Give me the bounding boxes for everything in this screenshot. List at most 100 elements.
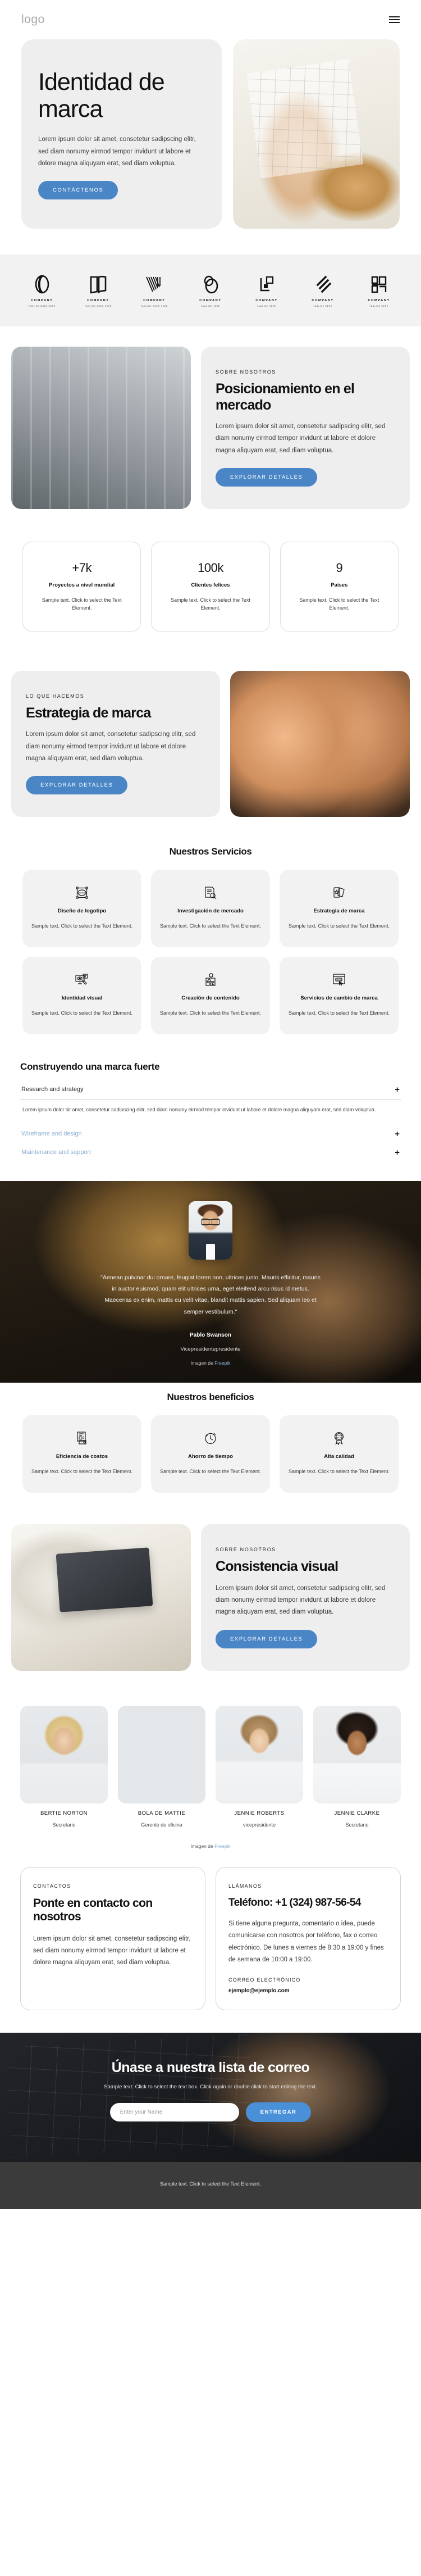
- hero-text-card: Identidad de marca Lorem ipsum dolor sit…: [21, 39, 222, 229]
- document-magnifier-icon: [160, 884, 261, 901]
- positioning-section: SOBRE NOSOTROS Posicionamiento en el mer…: [0, 326, 421, 529]
- strategy-image: [230, 670, 410, 817]
- newsletter-title: Únase a nuestra lista de correo: [111, 2060, 310, 2076]
- benefit-title: Eficiencia de costos: [56, 1453, 108, 1460]
- accordion-header[interactable]: Maintenance and support +: [20, 1143, 401, 1162]
- team-member: BOLA DE MATTIE Gerente de oficina: [118, 1705, 205, 1828]
- logo-blocks-mark-icon: [371, 276, 387, 293]
- svg-text:QUALITY: QUALITY: [336, 1437, 343, 1439]
- positioning-eyebrow: SOBRE NOSOTROS: [216, 369, 276, 375]
- team-grid: BERTIE NORTON Secretario BOLA DE MATTIE …: [0, 1691, 421, 1834]
- benefit-title: Alta calidad: [324, 1453, 354, 1460]
- newsletter-submit-button[interactable]: ENTREGAR: [245, 2102, 312, 2123]
- freepik-link[interactable]: Freepik: [214, 1843, 230, 1849]
- accordion-header[interactable]: Research and strategy +: [20, 1080, 401, 1099]
- client-tagline: TAGLINE GOES HERE: [28, 305, 56, 308]
- client-tagline: TAGLINE GOES HERE: [84, 305, 112, 308]
- team-member: JENNIE ROBERTS vicepresidente: [216, 1705, 303, 1828]
- service-title: Identidad visual: [61, 995, 103, 1002]
- service-title: Investigación de mercado: [177, 908, 244, 915]
- consistency-title: Consistencia visual: [216, 1559, 338, 1575]
- site-logo[interactable]: logo: [21, 13, 45, 26]
- client-tagline: TAGLINE HERE: [313, 305, 333, 308]
- testimonial-section: "Aenean pulvinar dui ornare, feugiat lor…: [0, 1181, 421, 1383]
- client-logo-6: COMPANY TAGLINE HERE: [298, 274, 348, 307]
- stat-number: 9: [336, 560, 343, 575]
- avatar-face: [189, 1201, 232, 1260]
- invoice-wallet-icon: [31, 1430, 132, 1447]
- team-member: BERTIE NORTON Secretario: [20, 1705, 108, 1828]
- benefit-description: Sample text. Click to select the Text El…: [160, 1469, 261, 1475]
- newsletter-subtitle: Sample text. Click to select the text bo…: [104, 2084, 317, 2091]
- benefit-card[interactable]: Ahorro de tiempo Sample text. Click to s…: [151, 1415, 270, 1493]
- member-name: JENNIE CLARKE: [334, 1810, 380, 1817]
- services-grid: LOGO Diseño de logotipo Sample text. Cli…: [0, 870, 421, 1046]
- hero-cta-button[interactable]: CONTÁCTENOS: [38, 181, 118, 200]
- phone-title: Teléfono: +1 (324) 987-56-54: [228, 1897, 361, 1909]
- credit-prefix: Imagen de: [190, 1843, 215, 1850]
- consistency-image: [11, 1524, 191, 1671]
- consistency-cta-button[interactable]: EXPLORAR DETALLES: [216, 1629, 318, 1648]
- service-title: Servicios de cambio de marca: [300, 995, 378, 1002]
- logo-slashes-mark-icon: [316, 275, 332, 293]
- strategy-cta-button[interactable]: EXPLORAR DETALLES: [26, 776, 128, 795]
- service-description: Sample text. Click to select the Text El…: [160, 923, 261, 929]
- stat-label: Países: [331, 581, 348, 588]
- member-name: BOLA DE MATTIE: [138, 1810, 186, 1817]
- strategy-title: Estrategia de marca: [26, 705, 151, 721]
- positioning-cta-button[interactable]: EXPLORAR DETALLES: [216, 467, 318, 487]
- page-root: logo Identidad de marca Lorem ipsum dolo…: [0, 0, 421, 2210]
- newsletter-name-input[interactable]: [109, 2103, 239, 2122]
- logo-double-oval-mark-icon: [204, 275, 218, 294]
- clients-strip: COMPANY TAGLINE GOES HERE COMPANY TAGLIN…: [0, 255, 421, 327]
- service-card[interactable]: Identidad visual Sample text. Click to s…: [22, 957, 141, 1034]
- positioning-body: Lorem ipsum dolor sit amet, consetetur s…: [216, 423, 386, 454]
- member-photo: [20, 1705, 108, 1804]
- freepik-link[interactable]: Freepik: [214, 1360, 230, 1366]
- client-tagline: TAGLINE HERE: [257, 305, 276, 308]
- consistency-eyebrow: SOBRE NOSOTROS: [216, 1547, 276, 1553]
- client-name: COMPANY: [312, 299, 334, 303]
- service-description: Sample text. Click to select the Text El…: [160, 1010, 261, 1016]
- client-tagline: TAGLINE HERE: [201, 305, 220, 308]
- stat-label: Clientes felices: [191, 581, 230, 588]
- email-value[interactable]: ejemplo@ejemplo.com: [228, 1988, 388, 1994]
- stat-description: Sample text. Click to select the Text El…: [42, 597, 122, 611]
- svg-text:LOGO: LOGO: [79, 892, 85, 894]
- client-logo-2: COMPANY TAGLINE GOES HERE: [73, 274, 123, 307]
- benefit-description: Sample text. Click to select the Text El…: [289, 1469, 390, 1475]
- member-role: Gerente de oficina: [141, 1822, 182, 1828]
- stat-description: Sample text. Click to select the Text El…: [299, 597, 379, 611]
- hamburger-menu-icon[interactable]: [389, 16, 400, 23]
- stat-card: 9 Países Sample text. Click to select th…: [280, 541, 399, 631]
- service-card[interactable]: BRAND Servicios de cambio de marca Sampl…: [280, 957, 399, 1034]
- swatch-star-icon: [289, 884, 390, 901]
- service-card[interactable]: LOGO Diseño de logotipo Sample text. Cli…: [22, 870, 141, 948]
- service-card[interactable]: Creación de contenido Sample text. Click…: [151, 957, 270, 1034]
- hero-body: Lorem ipsum dolor sit amet, consetetur s…: [38, 136, 196, 167]
- contact-hours-body: Si tiene alguna pregunta, comentario o i…: [228, 1920, 384, 1963]
- benefits-title: Nuestros beneficios: [167, 1392, 254, 1403]
- strategy-eyebrow: LO QUE HACEMOS: [26, 693, 85, 699]
- plus-icon[interactable]: +: [395, 1085, 400, 1094]
- service-description: Sample text. Click to select the Text El…: [31, 1010, 132, 1016]
- consistency-section: SOBRE NOSOTROS Consistencia visual Lorem…: [0, 1504, 421, 1691]
- brand-screen-cursor-icon: BRAND: [289, 971, 390, 988]
- logo-squares-mark-icon: [260, 276, 274, 292]
- benefit-card[interactable]: Eficiencia de costos Sample text. Click …: [22, 1415, 141, 1493]
- service-card[interactable]: Investigación de mercado Sample text. Cl…: [151, 870, 270, 948]
- svg-text:BRAND: BRAND: [335, 979, 342, 981]
- plus-icon[interactable]: +: [395, 1148, 400, 1157]
- service-card[interactable]: Estrategia de marca Sample text. Click t…: [280, 870, 399, 948]
- plus-icon[interactable]: +: [395, 1130, 400, 1138]
- benefit-card[interactable]: HIGH QUALITY Alta calidad Sample text. C…: [280, 1415, 399, 1493]
- accordion-header[interactable]: Wireframe and design +: [20, 1125, 401, 1143]
- client-logo-1: COMPANY TAGLINE GOES HERE: [17, 274, 67, 307]
- contact-title: Ponte en contacto con nosotros: [33, 1897, 153, 1924]
- service-description: Sample text. Click to select the Text El…: [31, 923, 132, 929]
- contact-body: Lorem ipsum dolor sit amet, consetetur s…: [33, 1935, 191, 1966]
- credit-prefix: Imagen de: [190, 1360, 215, 1366]
- service-title: Diseño de logotipo: [57, 908, 107, 915]
- logo-book-mark-icon: [90, 275, 107, 294]
- footer-text: Sample text. Click to select the Text El…: [160, 2181, 261, 2187]
